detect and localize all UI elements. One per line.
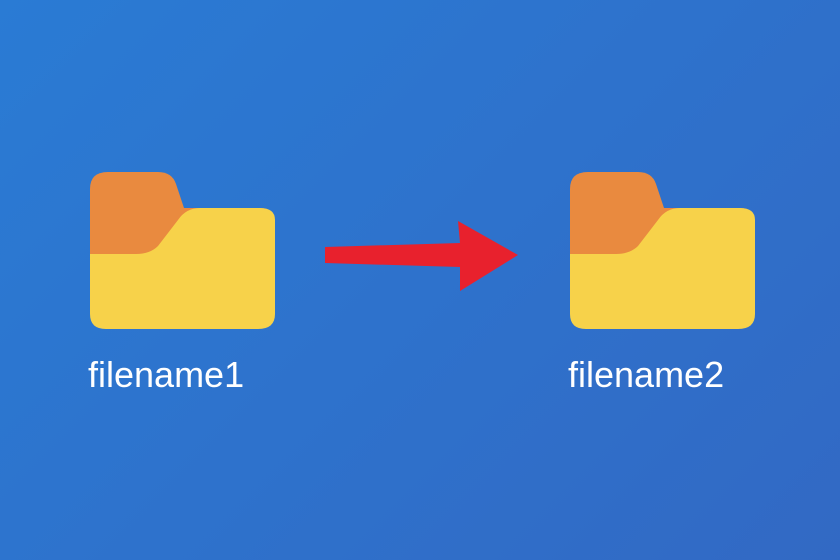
diagram-container: filename1 filename2 [0,164,840,396]
source-folder-group: filename1 [80,164,280,396]
arrow-container [320,215,520,295]
arrow-right-icon [320,215,520,295]
destination-folder-group: filename2 [560,164,760,396]
folder-icon [560,164,760,334]
source-folder-label: filename1 [80,354,244,396]
destination-folder-label: filename2 [560,354,724,396]
folder-icon [80,164,280,334]
